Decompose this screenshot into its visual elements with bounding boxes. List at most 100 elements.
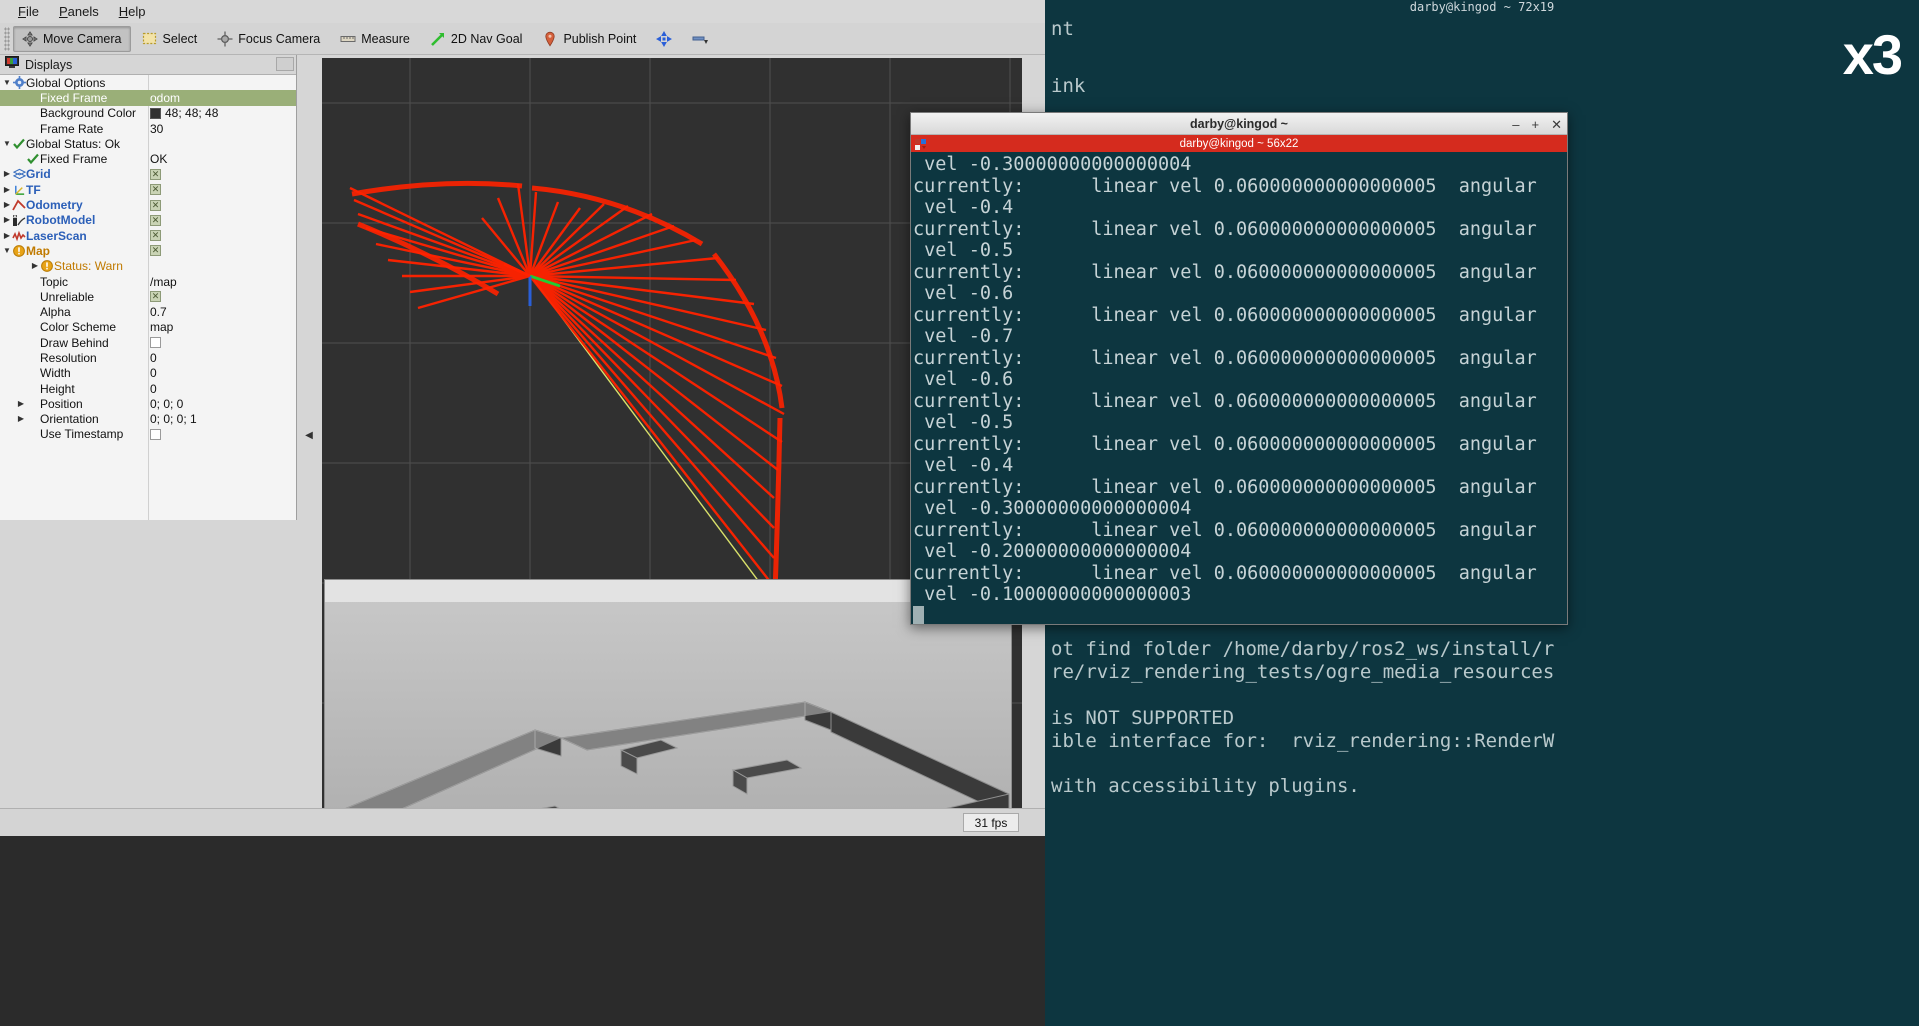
tree-row-grid[interactable]: ▶ Grid ✕ bbox=[0, 167, 296, 182]
tree-row-value[interactable]: 0; 0; 0 bbox=[150, 397, 183, 411]
terminal-line: vel -0.4 bbox=[913, 197, 1014, 218]
terminal-title-bar[interactable]: darby@kingod ~ – + ✕ bbox=[911, 113, 1567, 135]
tree-row-value[interactable]: ✕ bbox=[150, 214, 161, 226]
tree-row-value[interactable]: ✕ bbox=[150, 245, 161, 257]
enabled-checkbox[interactable]: ✕ bbox=[150, 230, 161, 242]
terminal-tab-label: darby@kingod ~ 56x22 bbox=[1179, 137, 1299, 150]
tree-row-value[interactable]: ✕ bbox=[150, 230, 161, 242]
tree-row-value[interactable]: odom bbox=[150, 91, 180, 105]
tree-row-value[interactable]: OK bbox=[150, 152, 167, 166]
tree-row-fixed-frame[interactable]: Fixed Frame OK bbox=[0, 151, 296, 166]
tree-row-map[interactable]: ▼ Map ✕ bbox=[0, 243, 296, 258]
minimize-button[interactable]: – bbox=[1512, 118, 1519, 131]
tree-row-background-color[interactable]: Background Color 48; 48; 48 bbox=[0, 106, 296, 121]
chevron-down-icon[interactable]: ▼ bbox=[2, 139, 12, 148]
disabled-checkbox[interactable] bbox=[150, 337, 161, 349]
tree-row-value[interactable]: ✕ bbox=[150, 184, 161, 196]
terminal-line: currently: linear vel 0.0600000000000000… bbox=[913, 476, 1537, 498]
enabled-checkbox[interactable]: ✕ bbox=[150, 214, 161, 226]
tree-row-width[interactable]: Width 0 bbox=[0, 366, 296, 381]
tree-row-use-timestamp[interactable]: Use Timestamp bbox=[0, 427, 296, 442]
menu-file[interactable]: File bbox=[8, 2, 49, 21]
check-ok-icon bbox=[26, 153, 40, 165]
tree-row-global-status-ok[interactable]: ▼ Global Status: Ok bbox=[0, 136, 296, 151]
chevron-right-icon[interactable]: ▶ bbox=[2, 201, 12, 209]
chevron-right-icon[interactable]: ▶ bbox=[16, 399, 26, 408]
enabled-checkbox[interactable]: ✕ bbox=[150, 184, 161, 196]
tree-row-resolution[interactable]: Resolution 0 bbox=[0, 350, 296, 365]
camera-image-panel[interactable] bbox=[324, 579, 1012, 808]
map-pin-icon bbox=[542, 31, 558, 47]
tree-row-topic[interactable]: Topic/map bbox=[0, 274, 296, 289]
chevron-right-icon[interactable]: ▶ bbox=[2, 231, 12, 240]
tree-row-label: Background Color bbox=[40, 106, 137, 121]
tree-row-value[interactable]: /map bbox=[150, 275, 177, 289]
tree-row-fixed-frame[interactable]: Fixed Frame odom bbox=[0, 90, 296, 106]
toolbar-2d-nav-goal-button[interactable]: 2D Nav Goal bbox=[421, 26, 532, 52]
tree-row-alpha[interactable]: Alpha 0.7 bbox=[0, 304, 296, 319]
displays-panel-tab[interactable] bbox=[276, 57, 294, 71]
tree-row-draw-behind[interactable]: Draw Behind bbox=[0, 335, 296, 350]
chevron-right-icon[interactable]: ▶ bbox=[2, 170, 12, 178]
toolbar-measure-button[interactable]: Measure bbox=[331, 26, 419, 52]
terminal-output[interactable]: vel -0.30000000000000004 currently: linea… bbox=[911, 152, 1567, 624]
tree-row-value[interactable]: 0 bbox=[150, 351, 157, 365]
tree-row-position[interactable]: ▶ Position 0; 0; 0 bbox=[0, 396, 296, 411]
toolbar-interact-button[interactable] bbox=[647, 26, 681, 52]
enabled-checkbox[interactable]: ✕ bbox=[150, 168, 161, 180]
tree-row-value[interactable]: 48; 48; 48 bbox=[150, 106, 218, 120]
toolbar-grip[interactable] bbox=[4, 26, 10, 51]
tree-row-value[interactable] bbox=[150, 337, 161, 349]
tree-row-status-warn[interactable]: ▶ Status: Warn bbox=[0, 259, 296, 274]
terminal-line: vel -0.10000000000000003 bbox=[913, 584, 1192, 605]
toolbar-focus-camera-button[interactable]: Focus Camera bbox=[208, 26, 329, 52]
tree-row-value[interactable]: 0.7 bbox=[150, 305, 167, 319]
chevron-right-icon[interactable]: ▶ bbox=[30, 262, 40, 270]
tree-value-text: 0; 0; 0 bbox=[150, 396, 184, 411]
chevron-down-icon[interactable]: ▼ bbox=[2, 78, 12, 87]
tree-row-unreliable[interactable]: Unreliable ✕ bbox=[0, 289, 296, 304]
menu-panels[interactable]: Panels bbox=[49, 2, 109, 21]
tree-row-value[interactable]: 0; 0; 0; 1 bbox=[150, 412, 197, 426]
toolbar-publish-point-button[interactable]: Publish Point bbox=[533, 26, 645, 52]
tree-row-orientation[interactable]: ▶ Orientation 0; 0; 0; 1 bbox=[0, 412, 296, 427]
tree-row-frame-rate[interactable]: Frame Rate 30 bbox=[0, 121, 296, 136]
tree-row-value[interactable]: 30 bbox=[150, 122, 163, 136]
terminal-window[interactable]: darby@kingod ~ – + ✕ darby@kingod ~ 56x2… bbox=[910, 112, 1568, 625]
displays-tree[interactable]: ▼ Global Options Fixed Frame odom Background… bbox=[0, 75, 296, 442]
maximize-button[interactable]: + bbox=[1532, 118, 1540, 131]
disabled-checkbox[interactable] bbox=[150, 428, 161, 440]
toolbar-toolbar-overflow-button[interactable] bbox=[683, 26, 717, 52]
tree-row-tf[interactable]: ▶ TF ✕ bbox=[0, 182, 296, 197]
chevron-right-icon[interactable]: ▶ bbox=[2, 185, 12, 194]
terminal-line: vel -0.5 bbox=[913, 412, 1014, 433]
laserscan-icon bbox=[12, 230, 26, 242]
tree-row-odometry[interactable]: ▶ Odometry ✕ bbox=[0, 197, 296, 212]
tree-row-laserscan[interactable]: ▶ LaserScan ✕ bbox=[0, 228, 296, 243]
enabled-checkbox[interactable]: ✕ bbox=[150, 245, 161, 257]
color-swatch[interactable] bbox=[150, 107, 161, 119]
close-button[interactable]: ✕ bbox=[1551, 118, 1562, 131]
tree-row-color-scheme[interactable]: Color Scheme map bbox=[0, 320, 296, 335]
chevron-down-icon[interactable]: ▼ bbox=[2, 246, 12, 255]
tree-row-global-options[interactable]: ▼ Global Options bbox=[0, 75, 296, 90]
terminal-tab-bar[interactable]: darby@kingod ~ 56x22 bbox=[911, 135, 1567, 152]
terminal-line: vel -0.30000000000000004 bbox=[913, 154, 1192, 175]
enabled-checkbox[interactable]: ✕ bbox=[150, 199, 161, 211]
tree-row-value[interactable]: ✕ bbox=[150, 168, 161, 180]
tree-row-value[interactable]: ✕ bbox=[150, 199, 161, 211]
chevron-right-icon[interactable]: ▶ bbox=[2, 216, 12, 224]
tree-row-height[interactable]: Height 0 bbox=[0, 381, 296, 396]
tree-row-value[interactable]: map bbox=[150, 320, 173, 334]
toolbar-select-button[interactable]: Select bbox=[133, 26, 207, 52]
menu-help[interactable]: Help bbox=[109, 2, 156, 21]
tree-row-value[interactable]: 0 bbox=[150, 382, 157, 396]
toolbar-move-camera-button[interactable]: Move Camera bbox=[13, 25, 131, 52]
panel-collapse-handle[interactable]: ◀ bbox=[303, 425, 315, 445]
enabled-checkbox[interactable]: ✕ bbox=[150, 291, 161, 303]
tree-row-robotmodel[interactable]: ▶ RobotModel ✕ bbox=[0, 213, 296, 228]
tree-row-value[interactable]: 0 bbox=[150, 366, 157, 380]
tree-row-value[interactable] bbox=[150, 428, 161, 440]
chevron-right-icon[interactable]: ▶ bbox=[16, 415, 26, 423]
tree-row-value[interactable]: ✕ bbox=[150, 291, 161, 303]
